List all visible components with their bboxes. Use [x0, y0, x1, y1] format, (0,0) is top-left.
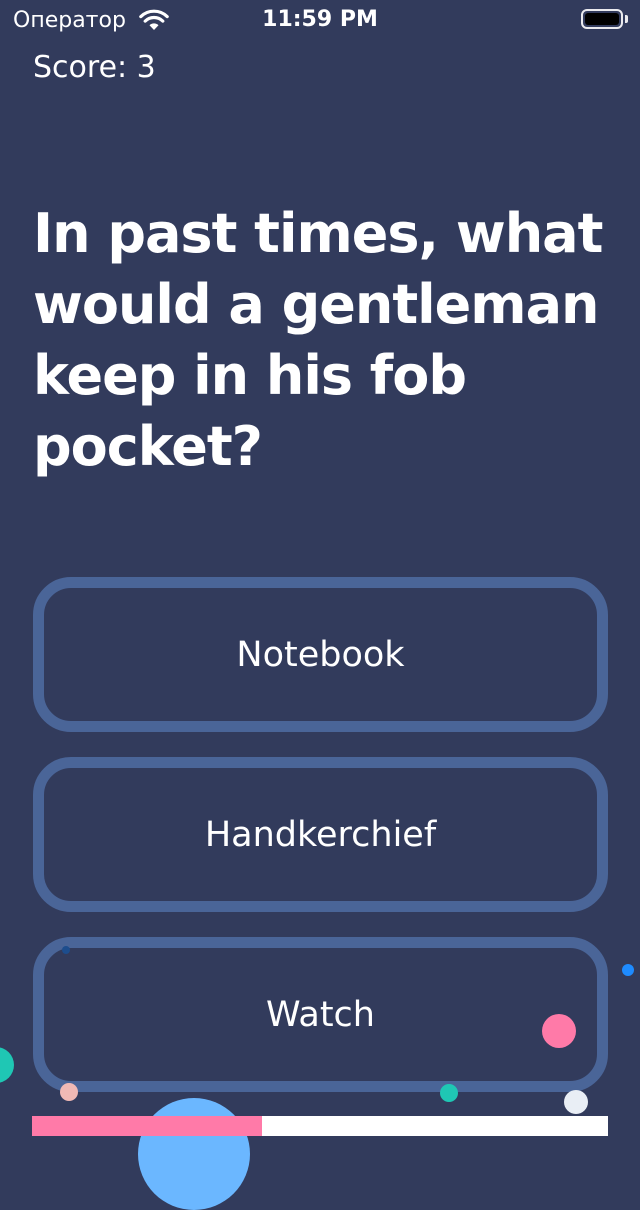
battery-cap [625, 15, 628, 23]
score-label: Score: 3 [33, 50, 156, 85]
confetti-dot [60, 1083, 78, 1101]
status-bar: Оператор 11:59 PM [0, 0, 640, 40]
confetti-dot [440, 1084, 458, 1102]
answer-button-1[interactable]: Notebook [33, 577, 608, 732]
answer-button-2[interactable]: Handkerchief [33, 757, 608, 912]
confetti-dot [0, 1047, 14, 1083]
question-text: In past times, what would a gentleman ke… [33, 202, 603, 478]
confetti-dot [564, 1090, 588, 1114]
status-time: 11:59 PM [262, 7, 378, 32]
confetti-dot [62, 946, 70, 954]
progress-fill [32, 1116, 263, 1136]
confetti-dot [542, 1014, 576, 1048]
battery-icon [581, 9, 623, 29]
progress-bar [32, 1116, 608, 1136]
confetti-dot [622, 964, 634, 976]
confetti-dot [138, 1098, 250, 1210]
answer-button-3[interactable]: Watch [33, 937, 608, 1092]
